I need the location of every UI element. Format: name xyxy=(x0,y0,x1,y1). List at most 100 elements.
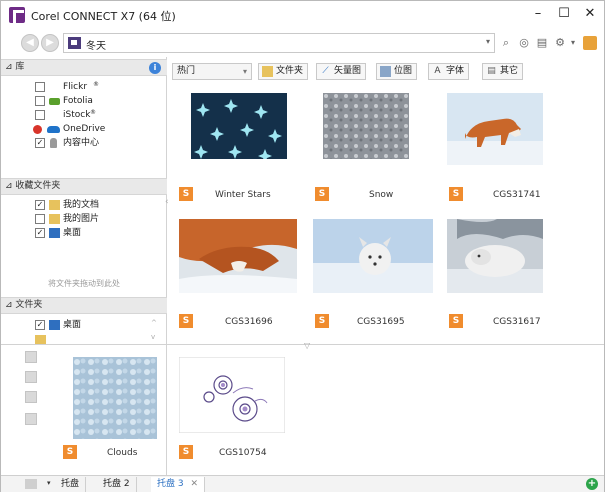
scroll-down-icon[interactable]: v xyxy=(151,333,155,341)
library-item-label: Flickr xyxy=(63,82,88,92)
library-header[interactable]: ⊿ 库 i xyxy=(1,59,167,76)
tray-thumbnail-clouds[interactable] xyxy=(73,357,157,439)
folder-icon xyxy=(49,214,60,224)
tray-thumbnail-cgs10754[interactable] xyxy=(179,357,285,433)
back-button[interactable]: ◀ xyxy=(21,34,39,52)
navigation-bar: ◀ ▶ 冬天 ▾ ⌕ ◎ ▤ ⚙ ▾ xyxy=(1,29,604,57)
filter-fonts-button[interactable]: A 字体 xyxy=(428,63,470,80)
tray-tool-icon[interactable] xyxy=(25,413,37,425)
checkbox[interactable] xyxy=(35,96,45,106)
folder-item-desktop[interactable]: ✓ 桌面 xyxy=(35,319,135,333)
desktop-icon xyxy=(49,320,60,330)
thumbnail-snow[interactable] xyxy=(323,93,409,159)
tray-menu-arrow-icon[interactable]: ▾ xyxy=(47,479,51,487)
thumbnail-cgs31695[interactable] xyxy=(313,219,433,293)
checkbox[interactable] xyxy=(35,110,45,120)
favorite-item-pictures[interactable]: 我的图片 xyxy=(35,213,155,227)
checkbox[interactable] xyxy=(35,214,45,224)
app-window: Corel CONNECT X7 (64 位) – ☐ ✕ ◀ ▶ 冬天 ▾ ⌕… xyxy=(0,0,605,492)
favorite-item-label: 我的文档 xyxy=(63,200,100,210)
filter-label: 其它 xyxy=(500,66,519,76)
thumbnail-cgs31696[interactable] xyxy=(179,219,297,293)
tray-splitter[interactable] xyxy=(1,344,604,345)
favorites-header[interactable]: ⊿ 收藏文件夹 xyxy=(1,178,167,195)
desktop-icon xyxy=(49,228,60,238)
tab-label: 托盘 2 xyxy=(103,479,130,489)
sort-dropdown[interactable]: 热门 ▾ xyxy=(172,63,252,80)
tray-tool-icon[interactable] xyxy=(25,371,37,383)
thumbnail-cgs31617[interactable] xyxy=(447,219,543,293)
info-icon[interactable]: i xyxy=(149,62,161,74)
splitter-arrow-icon[interactable]: ▽ xyxy=(304,341,310,350)
tray-tool-icon[interactable] xyxy=(25,391,37,403)
library-item-flickr[interactable]: Flickr ® xyxy=(35,81,155,95)
content-icon[interactable]: ▤ xyxy=(535,36,549,50)
arctic-fox-image xyxy=(313,219,433,293)
collapse-arrow-icon: ⊿ xyxy=(5,62,16,72)
favorite-item-documents[interactable]: ✓ 我的文档 xyxy=(35,199,155,213)
fotolia-icon xyxy=(49,98,60,105)
add-tray-icon[interactable]: + xyxy=(586,478,598,490)
filter-label: 矢量图 xyxy=(334,66,362,76)
filter-folders-button[interactable]: 文件夹 xyxy=(258,63,309,80)
forward-button[interactable]: ▶ xyxy=(41,34,59,52)
vector-icon: ⟋ xyxy=(322,66,329,76)
file-type-badge: S xyxy=(63,445,77,459)
close-button[interactable]: ✕ xyxy=(581,5,599,23)
folders-header[interactable]: ⊿ 文件夹 xyxy=(1,297,167,314)
favorites-header-label: 收藏文件夹 xyxy=(15,181,61,191)
library-item-onedrive[interactable]: OneDrive xyxy=(33,123,155,137)
checkbox[interactable]: ✓ xyxy=(35,138,45,148)
library-item-content-center[interactable]: ✓ 内容中心 xyxy=(35,137,155,151)
tab-tray-2[interactable]: 托盘 2 xyxy=(97,477,137,492)
thumbnail-caption: CGS31617 xyxy=(493,317,541,327)
tray-view-icon[interactable] xyxy=(25,479,37,489)
filter-vector-button[interactable]: ⟋ 矢量图 xyxy=(316,63,367,80)
library-item-label: iStock xyxy=(63,110,91,120)
filter-other-button[interactable]: ▤ 其它 xyxy=(482,63,524,80)
filter-label: 字体 xyxy=(446,66,465,76)
minimize-button[interactable]: – xyxy=(529,5,547,23)
thumbnail-cgs31741[interactable] xyxy=(447,93,543,165)
tab-close-icon[interactable]: ✕ xyxy=(190,479,198,489)
tray-tool-icon[interactable] xyxy=(25,351,37,363)
font-icon: A xyxy=(434,66,441,76)
chevron-down-icon[interactable]: ▾ xyxy=(486,37,490,46)
tray-tab-bar: ▾ 托盘 托盘 2 托盘 3 ✕ + xyxy=(1,475,604,492)
filter-bitmap-button[interactable]: 位图 xyxy=(376,63,418,80)
other-icon: ▤ xyxy=(487,66,496,76)
collapse-panel-icon[interactable]: ‹ xyxy=(165,197,169,207)
checkbox[interactable] xyxy=(35,82,45,92)
checkbox[interactable]: ✓ xyxy=(35,200,45,210)
settings-dropdown-icon[interactable]: ▾ xyxy=(566,36,580,50)
tab-tray-3[interactable]: 托盘 3 ✕ xyxy=(151,477,206,492)
scroll-up-icon[interactable]: ^ xyxy=(151,319,157,327)
collapse-arrow-icon: ⊿ xyxy=(5,300,16,310)
chevron-down-icon: ▾ xyxy=(242,67,247,76)
tray-toggle-icon[interactable] xyxy=(583,36,597,50)
flowers-image xyxy=(179,357,285,433)
web-search-icon[interactable]: ◎ xyxy=(517,36,531,50)
checkbox[interactable]: ✓ xyxy=(35,228,45,238)
tab-tray-1[interactable]: 托盘 xyxy=(55,477,87,492)
thumbnail-caption: CGS31695 xyxy=(357,317,405,327)
favorite-item-label: 我的图片 xyxy=(63,214,100,224)
library-item-label: 内容中心 xyxy=(63,138,100,148)
thumbnail-caption: CGS31696 xyxy=(225,317,273,327)
favorite-item-desktop[interactable]: ✓ 桌面 xyxy=(35,227,155,241)
file-type-badge: S xyxy=(449,187,463,201)
search-field[interactable]: 冬天 ▾ xyxy=(63,33,495,53)
tray-caption: CGS10754 xyxy=(219,448,267,458)
tray-caption: Clouds xyxy=(107,448,138,458)
thumbnail-caption: CGS31741 xyxy=(493,190,541,200)
library-item-label: OneDrive xyxy=(63,124,106,134)
maximize-button[interactable]: ☐ xyxy=(555,5,573,23)
file-type-badge: S xyxy=(315,187,329,201)
settings-icon[interactable]: ⚙ xyxy=(553,36,567,50)
search-icon[interactable]: ⌕ xyxy=(499,36,513,50)
thumbnail-winter-stars[interactable] xyxy=(191,93,287,159)
fox-standing-image xyxy=(447,93,543,165)
title-bar: Corel CONNECT X7 (64 位) – ☐ ✕ xyxy=(1,1,604,29)
library-item-istock[interactable]: iStock ® xyxy=(35,109,155,123)
checkbox[interactable]: ✓ xyxy=(35,320,45,330)
